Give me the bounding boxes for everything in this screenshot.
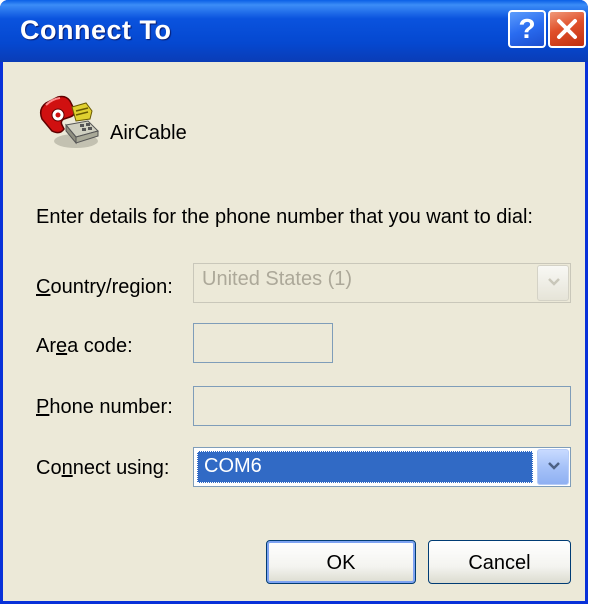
chevron-down-icon <box>548 462 560 470</box>
chevron-down-icon <box>548 278 560 286</box>
area-code-label: Area code: <box>36 335 133 357</box>
connect-to-dialog: Connect To ? AirCable Enter details for … <box>0 0 588 604</box>
close-button[interactable] <box>548 10 586 48</box>
close-icon <box>557 19 577 39</box>
connect-using-dropdown-button[interactable] <box>537 449 569 485</box>
help-button[interactable]: ? <box>508 10 546 48</box>
country-region-label: Country/region: <box>36 276 173 298</box>
instructions-text: Enter details for the phone number that … <box>36 206 533 228</box>
connect-using-select[interactable]: COM6 <box>193 447 571 487</box>
cancel-button[interactable]: Cancel <box>428 540 571 584</box>
selection-highlight: COM6 <box>197 451 533 483</box>
help-icon: ? <box>518 13 536 44</box>
country-region-select[interactable]: United States (1) <box>193 263 571 303</box>
country-region-dropdown-button[interactable] <box>537 265 569 301</box>
connect-using-value: COM6 <box>204 455 262 477</box>
phone-icon <box>39 95 99 148</box>
country-region-value: United States (1) <box>202 268 353 290</box>
title-bar[interactable]: Connect To ? <box>0 0 588 62</box>
ok-button[interactable]: OK <box>266 540 416 584</box>
area-code-input[interactable] <box>193 323 333 363</box>
connection-name: AirCable <box>110 122 187 144</box>
phone-number-label: Phone number: <box>36 396 173 418</box>
phone-number-input[interactable] <box>193 386 571 426</box>
window-title: Connect To <box>20 15 172 45</box>
connect-using-label: Connect using: <box>36 457 170 479</box>
